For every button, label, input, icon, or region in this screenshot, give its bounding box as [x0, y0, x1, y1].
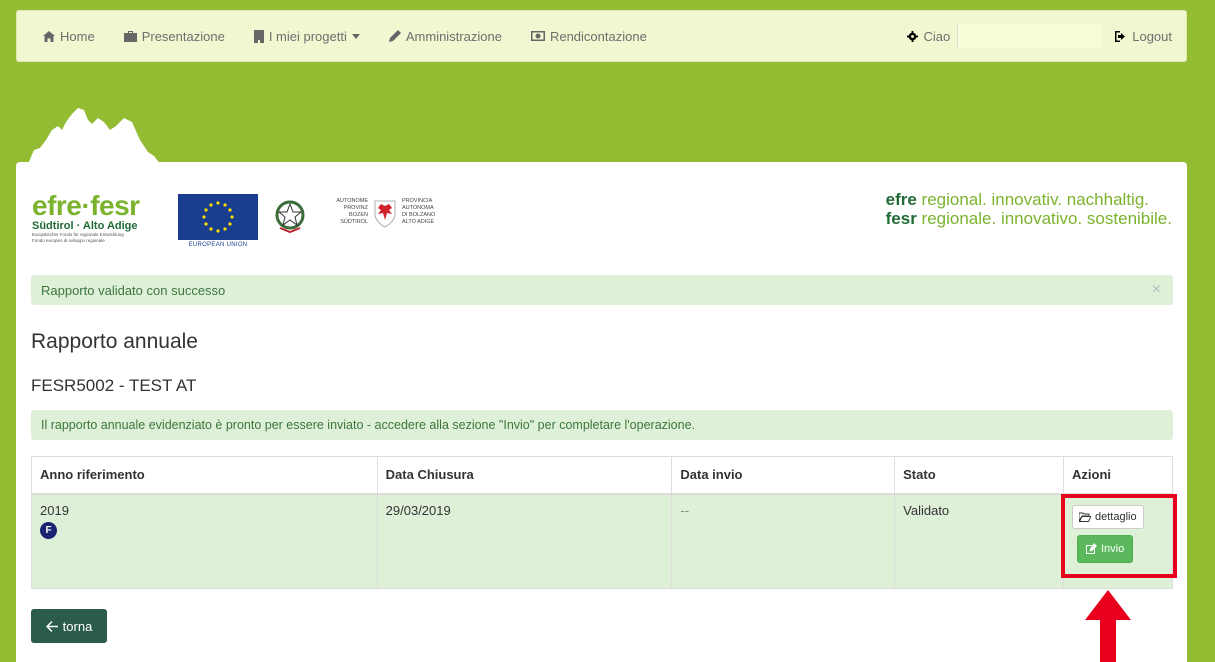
nav-home[interactable]: Home: [43, 29, 95, 44]
prov-right-line: DI BOLZANO: [402, 212, 436, 218]
slogan-it-text: regionale. innovativo. sostenibile.: [916, 209, 1172, 228]
funding-badge: F: [40, 521, 57, 539]
content-panel: efre·fesr Südtirol · Alto Adige Europäis…: [16, 162, 1187, 662]
nav-rendicontazione-label: Rendicontazione: [549, 28, 647, 44]
briefcase-icon: [123, 30, 137, 42]
back-button[interactable]: torna: [31, 609, 107, 643]
slogan: efre regional. innovativ. nachhaltig. fe…: [886, 190, 1172, 228]
home-icon: [43, 30, 55, 42]
efre-logo-text: efre·fesr: [32, 190, 140, 221]
cell-stato: Validato: [894, 493, 1064, 589]
prov-left-text: AUTONOME PROVINZ BOZEN SÜDTIROL: [314, 198, 368, 226]
nav-rendicontazione[interactable]: Rendicontazione: [530, 28, 647, 44]
top-navbar: Home Presentazione I miei progetti Ammin…: [16, 10, 1187, 62]
table-header-row: Anno riferimento Data Chiusura Data invi…: [31, 456, 1173, 495]
arrow-up-icon: [1085, 590, 1131, 662]
back-label: torna: [62, 618, 93, 634]
eu-stars-icon: [202, 201, 234, 233]
nav-presentazione-label: Presentazione: [141, 28, 225, 44]
sign-out-icon: [1115, 30, 1126, 42]
col-data-invio: Data invio: [671, 456, 896, 495]
nav-presentazione[interactable]: Presentazione: [123, 28, 225, 44]
arrow-left-icon: [45, 620, 58, 632]
logo-banner: efre·fesr Südtirol · Alto Adige Europäis…: [32, 188, 1172, 254]
cell-data-invio: --: [671, 493, 896, 589]
prov-right-text: PROVINCIA AUTONOMA DI BOLZANO ALTO ADIGE: [402, 198, 462, 226]
prov-left-line: BOZEN: [349, 212, 368, 218]
slogan-it: fesr regionale. innovativo. sostenibile.: [886, 209, 1172, 228]
eu-flag: [178, 194, 258, 240]
nav-progetti-label: I miei progetti: [268, 28, 347, 44]
cell-data-chiusura: 29/03/2019: [376, 493, 673, 589]
nav-amministrazione-label: Amministrazione: [405, 28, 502, 44]
prov-left-line: SÜDTIROL: [340, 219, 368, 225]
efre-logo-it: Fondo europeo di sviluppo regionale: [32, 238, 105, 243]
prov-right-line: PROVINCIA: [402, 198, 433, 204]
italian-emblem-icon: [275, 200, 305, 234]
invio-value: --: [680, 502, 690, 518]
slogan-de: efre regional. innovativ. nachhaltig.: [886, 190, 1172, 209]
col-anno: Anno riferimento: [31, 456, 378, 495]
reports-table: Anno riferimento Data Chiusura Data invi…: [31, 456, 1173, 589]
ciao-label: Ciao: [923, 28, 951, 44]
building-icon: [253, 29, 264, 43]
nav-amministrazione[interactable]: Amministrazione: [388, 28, 502, 44]
slogan-de-text: regional. innovativ. nachhaltig.: [916, 190, 1149, 209]
slogan-it-bold: fesr: [885, 209, 917, 228]
logout-label: Logout: [1132, 28, 1172, 44]
chiusura-value: 29/03/2019: [385, 502, 451, 518]
eagle-shield-icon: [374, 200, 396, 228]
info-alert-text: Il rapporto annuale evidenziato è pronto…: [41, 418, 696, 432]
logout-button[interactable]: Logout: [1115, 29, 1172, 44]
provincia-logo: AUTONOME PROVINZ BOZEN SÜDTIROL PROVINCI…: [314, 198, 464, 238]
prov-left-line: PROVINZ: [343, 205, 368, 211]
col-azioni: Azioni: [1063, 456, 1173, 495]
info-alert: Il rapporto annuale evidenziato è pronto…: [31, 410, 1173, 440]
close-icon[interactable]: ×: [1152, 281, 1161, 299]
stato-value: Validato: [903, 502, 950, 518]
col-data-chiusura: Data Chiusura: [376, 456, 673, 495]
efre-logo-region: Südtirol · Alto Adige: [32, 220, 138, 232]
slogan-de-bold: efre: [885, 190, 917, 209]
prov-left-line: AUTONOME: [336, 198, 368, 204]
cell-anno: 2019 F: [31, 493, 378, 589]
success-alert-text: Rapporto validato con successo: [41, 282, 226, 298]
success-alert: Rapporto validato con successo ×: [31, 275, 1173, 305]
anno-value: 2019: [40, 502, 69, 518]
nav-progetti-dropdown[interactable]: I miei progetti: [253, 28, 360, 44]
gear-icon: [907, 30, 919, 42]
caret-down-icon: [351, 33, 360, 39]
dolomites-silhouette: [28, 108, 160, 164]
user-greeting[interactable]: Ciao: [907, 24, 1104, 48]
page-title: Rapporto annuale: [31, 330, 198, 353]
username-field: [957, 24, 1104, 48]
prov-right-line: AUTONOMA: [402, 205, 434, 211]
highlight-box: [1061, 494, 1177, 578]
pencil-icon: [388, 30, 401, 42]
table-row: 2019 F 29/03/2019 -- Validato dettaglio …: [31, 493, 1173, 589]
project-title: FESR5002 - TEST AT: [31, 376, 197, 395]
nav-home-label: Home: [60, 28, 95, 44]
eu-flag-logo: EUROPEAN UNION: [178, 194, 258, 248]
col-stato: Stato: [894, 456, 1064, 495]
efre-fesr-logo: efre·fesr Südtirol · Alto Adige Europäis…: [32, 192, 180, 254]
money-icon: [530, 31, 545, 41]
eu-label: EUROPEAN UNION: [188, 242, 248, 248]
prov-right-line: ALTO ADIGE: [402, 219, 435, 225]
